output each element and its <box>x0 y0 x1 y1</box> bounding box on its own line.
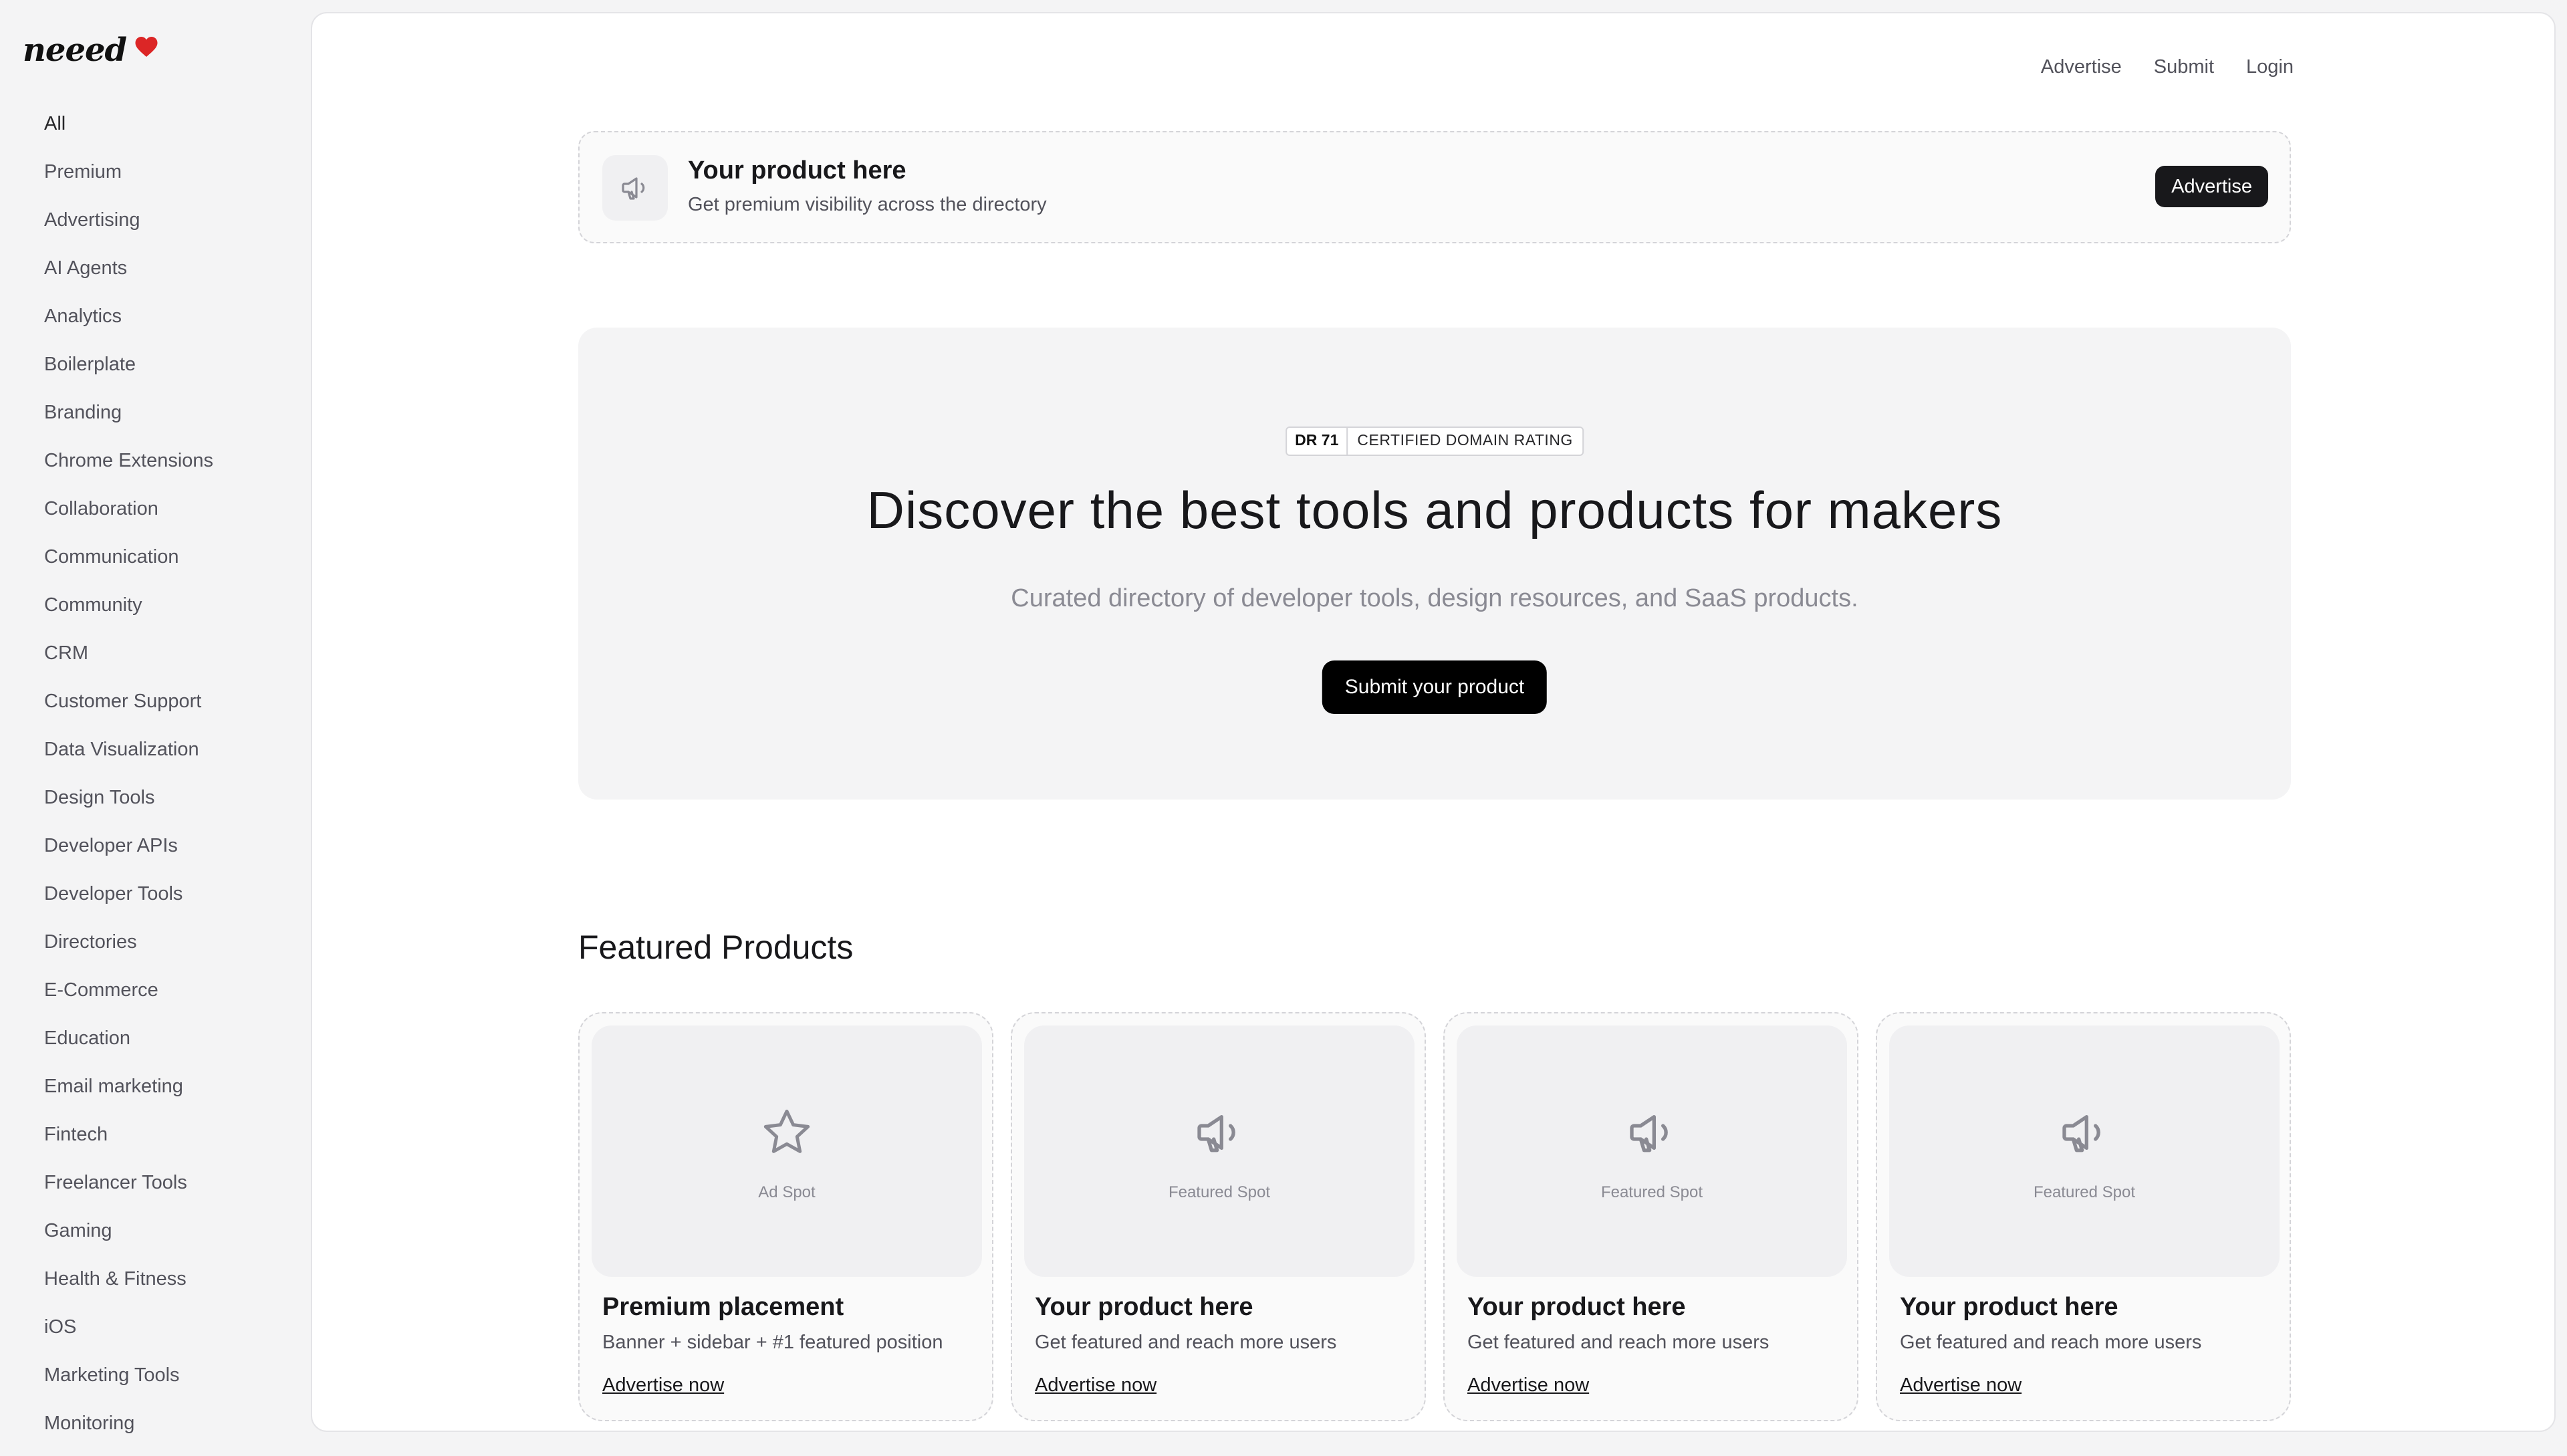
megaphone-icon <box>1197 1115 1235 1152</box>
heart-icon <box>135 37 158 57</box>
dr-value: DR 71 <box>1287 428 1348 455</box>
page-title: Discover the best tools and products for… <box>866 481 2003 539</box>
sidebar-item-freelancer-tools[interactable]: Freelancer Tools <box>44 1167 213 1215</box>
advertise-now-link[interactable]: Advertise now <box>1900 1374 2022 1397</box>
advertise-now-link[interactable]: Advertise now <box>1035 1374 1156 1397</box>
advertise-now-link[interactable]: Advertise now <box>602 1374 724 1397</box>
megaphone-icon <box>602 155 668 221</box>
sidebar-item-all[interactable]: All <box>44 108 213 156</box>
sidebar-item-advertising[interactable]: Advertising <box>44 205 213 253</box>
card-media: Featured Spot <box>1024 1025 1415 1277</box>
sidebar-item-gaming[interactable]: Gaming <box>44 1215 213 1263</box>
card-caption: Ad Spot <box>758 1183 816 1201</box>
card-media: Featured Spot <box>1457 1025 1847 1277</box>
login-link[interactable]: Login <box>2246 56 2294 78</box>
megaphone-icon <box>2062 1115 2100 1152</box>
card-title: Your product here <box>1035 1293 1253 1321</box>
card-media: Ad Spot <box>592 1025 982 1277</box>
featured-card[interactable]: Featured Spot Your product here Get feat… <box>1443 1012 1858 1421</box>
card-title: Premium placement <box>602 1293 844 1321</box>
sidebar-item-ai-agents[interactable]: AI Agents <box>44 253 213 301</box>
sidebar-item-email-marketing[interactable]: Email marketing <box>44 1071 213 1119</box>
sidebar-item-developer-tools[interactable]: Developer Tools <box>44 878 213 927</box>
sidebar-item-customer-support[interactable]: Customer Support <box>44 686 213 734</box>
sidebar: neeed All Premium Advertising AI Agents … <box>0 0 311 1444</box>
sidebar-item-communication[interactable]: Communication <box>44 541 213 590</box>
card-description: Get featured and reach more users <box>1900 1332 2202 1353</box>
sidebar-item-ios[interactable]: iOS <box>44 1312 213 1360</box>
card-description: Banner + sidebar + #1 featured position <box>602 1332 943 1353</box>
sidebar-item-branding[interactable]: Branding <box>44 397 213 445</box>
domain-rating-badge[interactable]: DR 71 CERTIFIED DOMAIN RATING <box>1286 427 1584 456</box>
sidebar-item-monitoring[interactable]: Monitoring <box>44 1408 213 1456</box>
sidebar-item-e-commerce[interactable]: E-Commerce <box>44 975 213 1023</box>
banner-title: Your product here <box>688 156 906 185</box>
card-title: Your product here <box>1467 1293 1686 1321</box>
sidebar-item-developer-apis[interactable]: Developer APIs <box>44 830 213 878</box>
logo-text: neeed <box>23 31 127 69</box>
category-nav: All Premium Advertising AI Agents Analyt… <box>44 108 213 1456</box>
sidebar-item-design-tools[interactable]: Design Tools <box>44 782 213 830</box>
banner-subtitle: Get premium visibility across the direct… <box>688 194 1047 215</box>
sidebar-item-crm[interactable]: CRM <box>44 638 213 686</box>
featured-heading: Featured Products <box>578 929 854 966</box>
main-panel: Advertise Submit Login Your product here… <box>311 12 2556 1432</box>
card-media: Featured Spot <box>1889 1025 2280 1277</box>
submit-link[interactable]: Submit <box>2154 56 2214 78</box>
sidebar-item-education[interactable]: Education <box>44 1023 213 1071</box>
logo[interactable]: neeed <box>23 30 158 70</box>
featured-card[interactable]: Ad Spot Premium placement Banner + sideb… <box>578 1012 993 1421</box>
sidebar-item-analytics[interactable]: Analytics <box>44 301 213 349</box>
megaphone-icon <box>1630 1115 1668 1152</box>
sidebar-item-collaboration[interactable]: Collaboration <box>44 493 213 541</box>
hero-subtitle: Curated directory of developer tools, de… <box>1011 584 1858 612</box>
top-nav: Advertise Submit Login <box>2041 56 2294 78</box>
featured-card[interactable]: Featured Spot Your product here Get feat… <box>1876 1012 2291 1421</box>
card-description: Get featured and reach more users <box>1467 1332 1769 1353</box>
sidebar-item-chrome-extensions[interactable]: Chrome Extensions <box>44 445 213 493</box>
advertise-link[interactable]: Advertise <box>2041 56 2122 78</box>
banner-advertise-button[interactable]: Advertise <box>2155 166 2268 207</box>
sidebar-item-data-visualization[interactable]: Data Visualization <box>44 734 213 782</box>
star-icon <box>763 1109 810 1153</box>
advertise-now-link[interactable]: Advertise now <box>1467 1374 1589 1397</box>
sidebar-item-fintech[interactable]: Fintech <box>44 1119 213 1167</box>
card-description: Get featured and reach more users <box>1035 1332 1337 1353</box>
sidebar-item-premium[interactable]: Premium <box>44 156 213 205</box>
card-title: Your product here <box>1900 1293 2118 1321</box>
hero-section: DR 71 CERTIFIED DOMAIN RATING Discover t… <box>578 328 2291 800</box>
sidebar-item-health-fitness[interactable]: Health & Fitness <box>44 1263 213 1312</box>
dr-label: CERTIFIED DOMAIN RATING <box>1357 431 1573 449</box>
card-caption: Featured Spot <box>2033 1183 2136 1201</box>
card-caption: Featured Spot <box>1168 1183 1271 1201</box>
submit-product-button[interactable]: Submit your product <box>1322 660 1548 714</box>
featured-card[interactable]: Featured Spot Your product here Get feat… <box>1011 1012 1426 1421</box>
card-caption: Featured Spot <box>1600 1183 1703 1201</box>
featured-cards: Ad Spot Premium placement Banner + sideb… <box>578 1012 2291 1431</box>
sidebar-item-community[interactable]: Community <box>44 590 213 638</box>
ad-banner: Your product here Get premium visibility… <box>578 131 2291 243</box>
sidebar-item-marketing-tools[interactable]: Marketing Tools <box>44 1360 213 1408</box>
sidebar-item-directories[interactable]: Directories <box>44 927 213 975</box>
sidebar-item-boilerplate[interactable]: Boilerplate <box>44 349 213 397</box>
